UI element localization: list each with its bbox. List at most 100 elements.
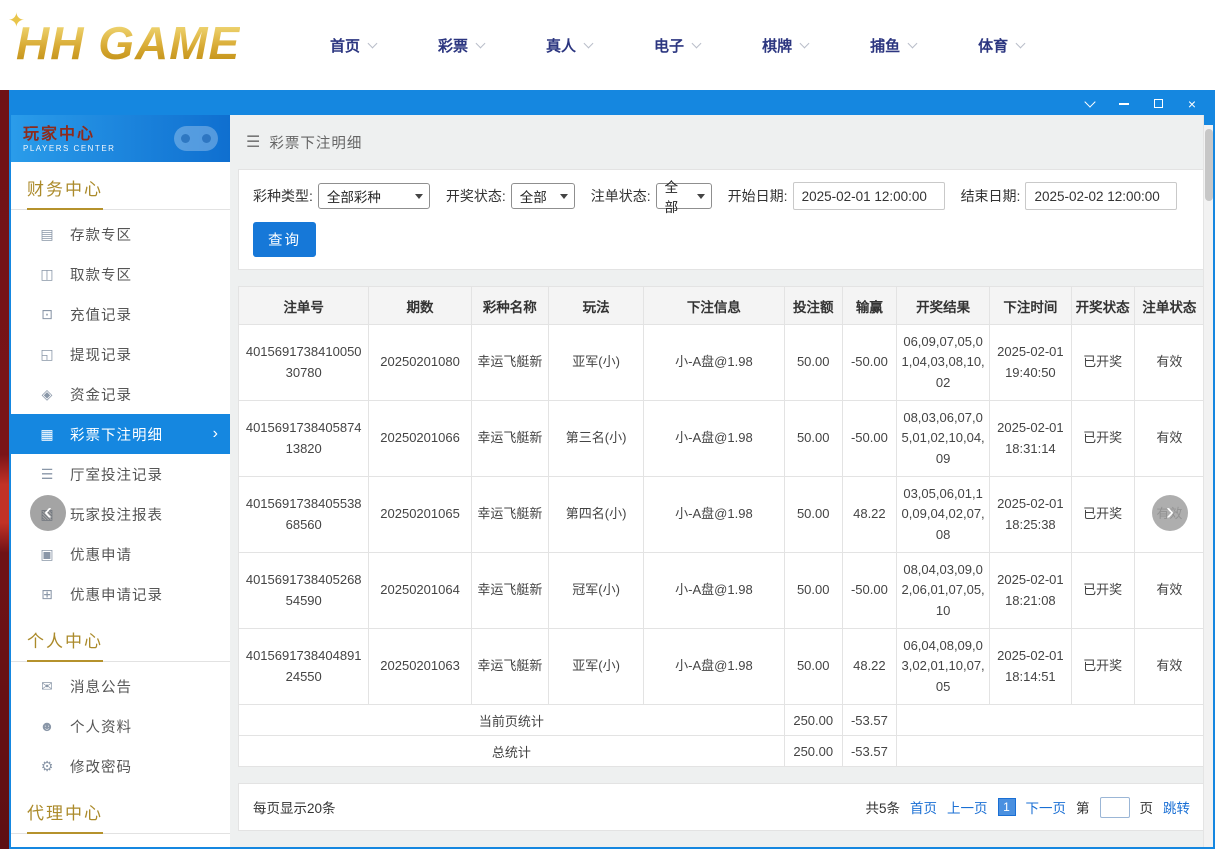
column-header-win_loss: 输赢 xyxy=(842,287,896,325)
total-summary-bet-amount: 250.00 xyxy=(784,736,842,767)
lottery-bet-icon: ▦ xyxy=(39,426,55,443)
jump-button[interactable]: 跳转 xyxy=(1163,797,1190,817)
hamburger-icon[interactable]: ☰ xyxy=(246,132,260,152)
chevron-down-icon xyxy=(697,194,705,199)
cell-play: 第四名(小) xyxy=(548,477,643,553)
cell-lottery_name: 幸运飞艇新 xyxy=(471,325,548,401)
filter-panel: 彩种类型: 全部彩种 开奖状态: 全部 注单状态: 全部 xyxy=(238,169,1205,270)
draw-status-select[interactable]: 全部 xyxy=(511,183,575,209)
table-row: 40156917384052685459020250201064幸运飞艇新冠军(… xyxy=(239,553,1205,629)
total-summary-empty xyxy=(896,736,1204,767)
cell-win_loss: -50.00 xyxy=(842,401,896,477)
lottery-type-label: 彩种类型: xyxy=(253,186,313,206)
cell-period: 20250201066 xyxy=(369,401,471,477)
withdraw-icon: ◫ xyxy=(39,266,55,283)
brand-logo[interactable]: HH GAME xyxy=(16,16,240,70)
close-icon[interactable]: × xyxy=(1185,97,1199,111)
carousel-right-arrow[interactable]: › xyxy=(1152,495,1188,531)
start-date-input[interactable] xyxy=(793,182,945,210)
background-strip xyxy=(0,90,9,849)
cell-bet_info: 小-A盘@1.98 xyxy=(644,629,784,705)
recharge-record-icon: ⊡ xyxy=(39,306,55,323)
nav-item-board-games[interactable]: 棋牌 xyxy=(762,35,808,56)
sidebar-item-fund-records[interactable]: ◈资金记录 xyxy=(11,374,230,414)
current-page-badge[interactable]: 1 xyxy=(998,798,1016,816)
chevron-down-icon xyxy=(560,194,568,199)
end-date-input[interactable] xyxy=(1025,182,1177,210)
profile-icon: ☻ xyxy=(39,718,55,734)
cell-win_loss: 48.22 xyxy=(842,477,896,553)
sidebar-item-label: 消息公告 xyxy=(70,676,132,697)
table-header-row: 注单号期数彩种名称玩法下注信息投注额输赢开奖结果下注时间开奖状态注单状态 xyxy=(239,287,1205,325)
vertical-scrollbar[interactable] xyxy=(1203,115,1213,847)
chevron-down-icon xyxy=(476,38,486,48)
total-count-label: 共5条 xyxy=(865,797,900,817)
nav-item-home[interactable]: 首页 xyxy=(330,35,376,56)
sidebar-item-deposit[interactable]: ▤存款专区 xyxy=(11,214,230,254)
nav-item-live[interactable]: 真人 xyxy=(546,35,592,56)
search-button[interactable]: 查询 xyxy=(253,222,316,257)
cell-lottery_name: 幸运飞艇新 xyxy=(471,477,548,553)
scrollbar-thumb[interactable] xyxy=(1205,129,1213,201)
pager-controls: 共5条 首页 上一页 1 下一页 第 页 跳转 xyxy=(865,797,1190,818)
scroll-up-button[interactable] xyxy=(1204,115,1214,125)
app-window: × 玩家中心 PLAYERS CENTER 财务中心▤存款专区◫取款专区⊡充值记… xyxy=(9,90,1215,849)
page-summary-bet-amount: 250.00 xyxy=(784,705,842,736)
sidebar-item-lottery-bet-details[interactable]: ▦彩票下注明细› xyxy=(11,414,230,454)
select-value: 全部 xyxy=(665,176,687,216)
gear-icon: ⚙ xyxy=(39,758,55,775)
cell-bet_status: 有效 xyxy=(1134,325,1204,401)
nav-item-label: 电子 xyxy=(654,35,684,56)
sidebar-item-profile[interactable]: ☻个人资料 xyxy=(11,706,230,746)
prev-page-link[interactable]: 上一页 xyxy=(947,797,988,817)
carousel-left-arrow[interactable]: ‹ xyxy=(30,495,66,531)
hall-bet-icon: ☰ xyxy=(39,466,55,483)
pagination-bar: 每页显示20条 共5条 首页 上一页 1 下一页 第 页 跳转 xyxy=(238,783,1205,831)
sidebar-item-withdrawal-records[interactable]: ◱提现记录 xyxy=(11,334,230,374)
table-body: 40156917384100503078020250201080幸运飞艇新亚军(… xyxy=(239,325,1205,705)
cell-win_loss: -50.00 xyxy=(842,325,896,401)
jump-page-input[interactable] xyxy=(1100,797,1130,818)
nav-item-fishing[interactable]: 捕鱼 xyxy=(870,35,916,56)
sidebar-item-recharge-records[interactable]: ⊡充值记录 xyxy=(11,294,230,334)
top-nav: 首页 彩票 真人 电子 棋牌 捕鱼 体育 xyxy=(330,0,1024,90)
cell-order_id: 401569173840489124550 xyxy=(239,629,369,705)
maximize-icon[interactable] xyxy=(1151,97,1165,111)
sidebar-item-hall-bet-records[interactable]: ☰厅室投注记录 xyxy=(11,454,230,494)
draw-status-label: 开奖状态: xyxy=(446,186,506,206)
top-header: ✦ HH GAME 首页彩票真人电子棋牌捕鱼体育 xyxy=(0,0,1215,90)
jump-suffix-label: 页 xyxy=(1140,797,1154,817)
cell-draw_status: 已开奖 xyxy=(1071,401,1134,477)
sidebar-item-change-password[interactable]: ⚙修改密码 xyxy=(11,746,230,786)
sidebar-item-promo-apply[interactable]: ▣优惠申请 xyxy=(11,534,230,574)
nav-item-sports[interactable]: 体育 xyxy=(978,35,1024,56)
sidebar-item-withdraw[interactable]: ◫取款专区 xyxy=(11,254,230,294)
nav-item-label: 真人 xyxy=(546,35,576,56)
column-header-draw_result: 开奖结果 xyxy=(896,287,989,325)
table-row: 40156917384100503078020250201080幸运飞艇新亚军(… xyxy=(239,325,1205,401)
nav-item-lottery[interactable]: 彩票 xyxy=(438,35,484,56)
column-header-play: 玩法 xyxy=(548,287,643,325)
sidebar-item-label: 提现记录 xyxy=(70,344,132,365)
bet-status-select[interactable]: 全部 xyxy=(656,183,712,209)
sidebar-item-promo-apply-records[interactable]: ⊞优惠申请记录 xyxy=(11,574,230,614)
per-page-label: 每页显示20条 xyxy=(253,797,336,817)
sidebar-item-messages[interactable]: ✉消息公告 xyxy=(11,666,230,706)
lottery-type-select[interactable]: 全部彩种 xyxy=(318,183,430,209)
sidebar-item-label: 资金记录 xyxy=(70,384,132,405)
cell-bet_info: 小-A盘@1.98 xyxy=(644,325,784,401)
minimize-icon[interactable] xyxy=(1117,97,1131,111)
cell-draw_result: 08,03,06,07,05,01,02,10,04,09 xyxy=(896,401,989,477)
cell-order_id: 401569173841005030780 xyxy=(239,325,369,401)
cell-bet_time: 2025-02-01 18:25:38 xyxy=(990,477,1071,553)
total-summary-label: 总统计 xyxy=(239,736,785,767)
first-page-link[interactable]: 首页 xyxy=(910,797,937,817)
column-header-period: 期数 xyxy=(369,287,471,325)
nav-item-slots[interactable]: 电子 xyxy=(654,35,700,56)
chevron-down-icon xyxy=(415,194,423,199)
next-page-link[interactable]: 下一页 xyxy=(1026,797,1067,817)
section-title-label: 财务中心 xyxy=(27,175,103,210)
bet-status-label: 注单状态: xyxy=(591,186,651,206)
main-content: ☰ 彩票下注明细 彩种类型: 全部彩种 开奖状态: 全部 注单状态: xyxy=(230,115,1213,847)
chevron-down-icon[interactable] xyxy=(1083,97,1097,111)
